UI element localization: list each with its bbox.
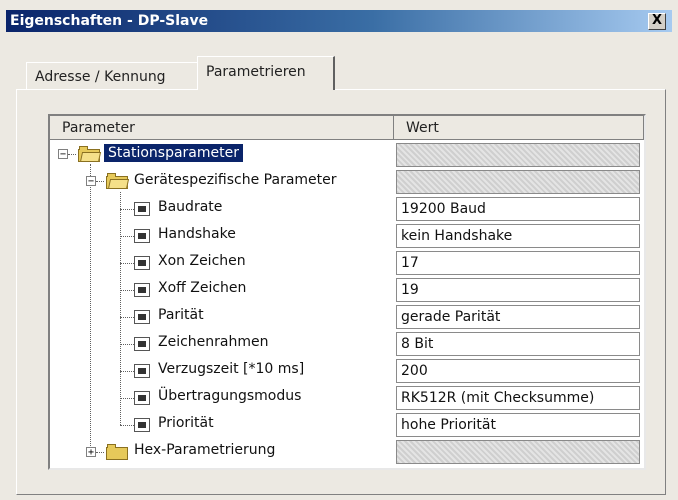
parameter-icon [134, 283, 150, 297]
param-label[interactable]: Xoff Zeichen [158, 280, 246, 296]
param-label[interactable]: Parität [158, 307, 204, 323]
param-label[interactable]: Priorität [158, 415, 214, 431]
value-field[interactable]: 19200 Baud [396, 197, 640, 221]
parameter-icon [134, 256, 150, 270]
column-header-parameter[interactable]: Parameter [50, 116, 394, 140]
parameter-icon [134, 364, 150, 378]
parameter-icon [134, 229, 150, 243]
param-row[interactable]: Xon Zeichen 17 [50, 250, 644, 277]
value-cell-disabled [396, 170, 640, 194]
param-label[interactable]: Verzugszeit [*10 ms] [158, 361, 304, 377]
folder-open-icon [106, 173, 130, 189]
tree-row-geraetespezifische-parameter[interactable]: − Gerätespezifische Parameter [50, 169, 644, 196]
param-label[interactable]: Xon Zeichen [158, 253, 246, 269]
folder-closed-icon [106, 444, 128, 460]
collapse-toggle-icon[interactable]: − [86, 176, 96, 187]
close-button[interactable]: X [648, 13, 666, 30]
tree-line [120, 263, 134, 264]
tree-line [96, 181, 104, 182]
window-title: Eigenschaften - DP-Slave [10, 13, 209, 29]
parameter-icon [134, 391, 150, 405]
tree-line [120, 344, 134, 345]
tree-line [120, 236, 134, 237]
tree-line [120, 371, 134, 372]
tree-line [68, 154, 76, 155]
tree-line [96, 452, 104, 453]
collapse-toggle-icon[interactable]: − [58, 149, 68, 160]
param-label[interactable]: Handshake [158, 226, 236, 242]
value-field[interactable]: kein Handshake [396, 224, 640, 248]
param-label[interactable]: Zeichenrahmen [158, 334, 268, 350]
param-row[interactable]: Parität gerade Parität [50, 304, 644, 331]
value-field[interactable]: gerade Parität [396, 305, 640, 329]
tree-line [120, 398, 134, 399]
parameter-icon [134, 310, 150, 324]
value-field[interactable]: RK512R (mit Checksumme) [396, 386, 640, 410]
parameter-grid[interactable]: Parameter Wert − Stationsparameter − Ger… [48, 114, 646, 470]
param-row[interactable]: Verzugszeit [*10 ms] 200 [50, 358, 644, 385]
tree-line [120, 317, 134, 318]
parameter-icon [134, 202, 150, 216]
param-label[interactable]: Übertragungsmodus [158, 388, 301, 404]
value-cell-disabled [396, 143, 640, 167]
tree-line [120, 290, 134, 291]
param-row[interactable]: Baudrate 19200 Baud [50, 196, 644, 223]
tab-adresse-kennung[interactable]: Adresse / Kennung [26, 62, 198, 90]
tree-label[interactable]: Gerätespezifische Parameter [134, 172, 337, 188]
param-row[interactable]: Zeichenrahmen 8 Bit [50, 331, 644, 358]
tab-parametrieren[interactable]: Parametrieren [197, 56, 335, 90]
tree-row-hex-parametrierung[interactable]: + Hex-Parametrierung [50, 439, 644, 466]
expand-toggle-icon[interactable]: + [86, 447, 96, 458]
value-field[interactable]: hohe Priorität [396, 413, 640, 437]
parameter-icon [134, 337, 150, 351]
properties-dialog: Eigenschaften - DP-Slave X Adresse / Ken… [0, 0, 678, 500]
param-label[interactable]: Baudrate [158, 199, 222, 215]
column-header-wert[interactable]: Wert [394, 116, 644, 140]
title-bar[interactable]: Eigenschaften - DP-Slave X [6, 10, 672, 32]
param-row[interactable]: Übertragungsmodus RK512R (mit Checksumme… [50, 385, 644, 412]
value-cell-disabled [396, 440, 640, 464]
param-row[interactable]: Xoff Zeichen 19 [50, 277, 644, 304]
tree-line [120, 425, 134, 426]
value-field[interactable]: 200 [396, 359, 640, 383]
tree-label[interactable]: Stationsparameter [104, 144, 243, 162]
tree-line [120, 209, 134, 210]
value-field[interactable]: 17 [396, 251, 640, 275]
tree-row-stationsparameter[interactable]: − Stationsparameter [50, 142, 644, 169]
param-row[interactable]: Priorität hohe Priorität [50, 412, 644, 439]
folder-open-icon [78, 146, 102, 162]
value-field[interactable]: 19 [396, 278, 640, 302]
tree-label[interactable]: Hex-Parametrierung [134, 442, 275, 458]
param-row[interactable]: Handshake kein Handshake [50, 223, 644, 250]
parameter-icon [134, 418, 150, 432]
value-field[interactable]: 8 Bit [396, 332, 640, 356]
